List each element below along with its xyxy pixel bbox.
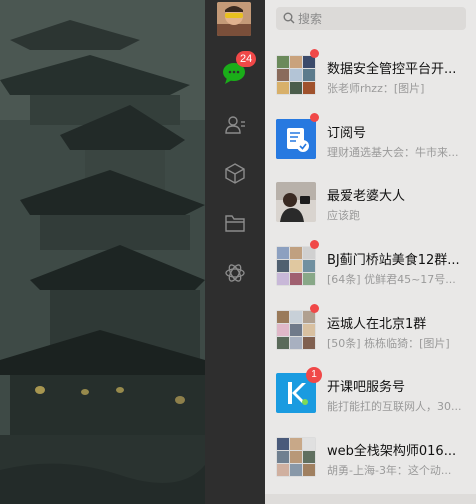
chat-preview: 张老师rhzz：[图片] — [327, 82, 425, 95]
chat-preview: 胡勇-上海-3年：这个动... — [327, 464, 452, 478]
desktop-wallpaper — [0, 0, 205, 504]
subscription-icon — [276, 118, 316, 159]
chat-preview: 应该跑 — [327, 209, 360, 223]
chat-list: 数据安全管控平台开... 张老师rhzz：[图片] 订阅号 理财通选基大会：牛市… — [265, 44, 476, 490]
chat-preview: [64条] 优鲜君45~17号... — [327, 273, 456, 287]
chat-preview: [50条] 栋栋临猗：[图片] — [327, 336, 450, 350]
chat-name: 数据安全管控平台开... — [327, 62, 457, 77]
unread-dot — [310, 303, 319, 313]
chat-item[interactable]: 运城人在北京1群 [50条] 栋栋临猗：[图片] — [265, 299, 476, 363]
folder-icon — [225, 215, 245, 232]
nav-favorites-button[interactable] — [220, 158, 250, 188]
group-avatar — [276, 246, 316, 287]
chat-preview: 理财通选基大会：牛市来... — [327, 145, 459, 159]
chat-item[interactable]: 1 开课吧服务号 能打能扛的互联网人，30... — [265, 362, 476, 426]
chat-name: 订阅号 — [327, 125, 367, 141]
unread-count-badge: 24 — [236, 51, 257, 67]
chat-item[interactable]: BJ蓟门桥站美食12群... [64条] 优鲜君45~17号... — [265, 235, 476, 299]
chat-item[interactable]: 最爱老婆大人 应该跑 — [265, 171, 476, 235]
nav-files-button[interactable] — [220, 208, 250, 238]
unread-count-badge: 1 — [306, 367, 322, 384]
nav-sidebar: 24 — [205, 0, 265, 504]
group-avatar — [276, 437, 316, 478]
chat-item[interactable]: 订阅号 理财通选基大会：牛市来... — [265, 108, 476, 172]
unread-dot — [310, 240, 319, 250]
nav-chat-button[interactable]: 24 — [220, 51, 257, 88]
chat-preview: 能打能扛的互联网人，30... — [327, 400, 462, 414]
unread-dot — [310, 49, 319, 58]
search-icon — [283, 12, 295, 24]
mini-programs-icon — [225, 264, 245, 282]
chat-name: 最爱老婆大人 — [327, 189, 406, 205]
chat-item[interactable]: web全栈架构师016... 胡勇-上海-3年：这个动... — [265, 426, 476, 490]
user-avatar[interactable] — [217, 2, 251, 36]
chat-name: 运城人在北京1群 — [327, 316, 427, 332]
favorites-icon — [225, 163, 245, 184]
subscription-avatar — [276, 118, 316, 159]
chat-name: web全栈架构师016... — [327, 444, 457, 460]
contact-avatar — [276, 182, 316, 223]
chat-list-panel: 数据安全管控平台开... 张老师rhzz：[图片] 订阅号 理财通选基大会：牛市… — [265, 0, 476, 504]
group-avatar — [276, 55, 316, 95]
nav-mini-programs-button[interactable] — [220, 258, 250, 288]
contacts-icon — [225, 116, 245, 134]
search-box[interactable] — [276, 7, 466, 30]
group-avatar — [276, 309, 316, 350]
search-input[interactable] — [298, 7, 460, 30]
panel-footer — [265, 494, 476, 504]
unread-dot — [310, 112, 319, 122]
chat-item[interactable]: 数据安全管控平台开... 张老师rhzz：[图片] — [265, 44, 476, 108]
chat-name: BJ蓟门桥站美食12群... — [327, 253, 460, 269]
nav-contacts-button[interactable] — [220, 110, 250, 140]
chat-name: 开课吧服务号 — [327, 380, 406, 396]
